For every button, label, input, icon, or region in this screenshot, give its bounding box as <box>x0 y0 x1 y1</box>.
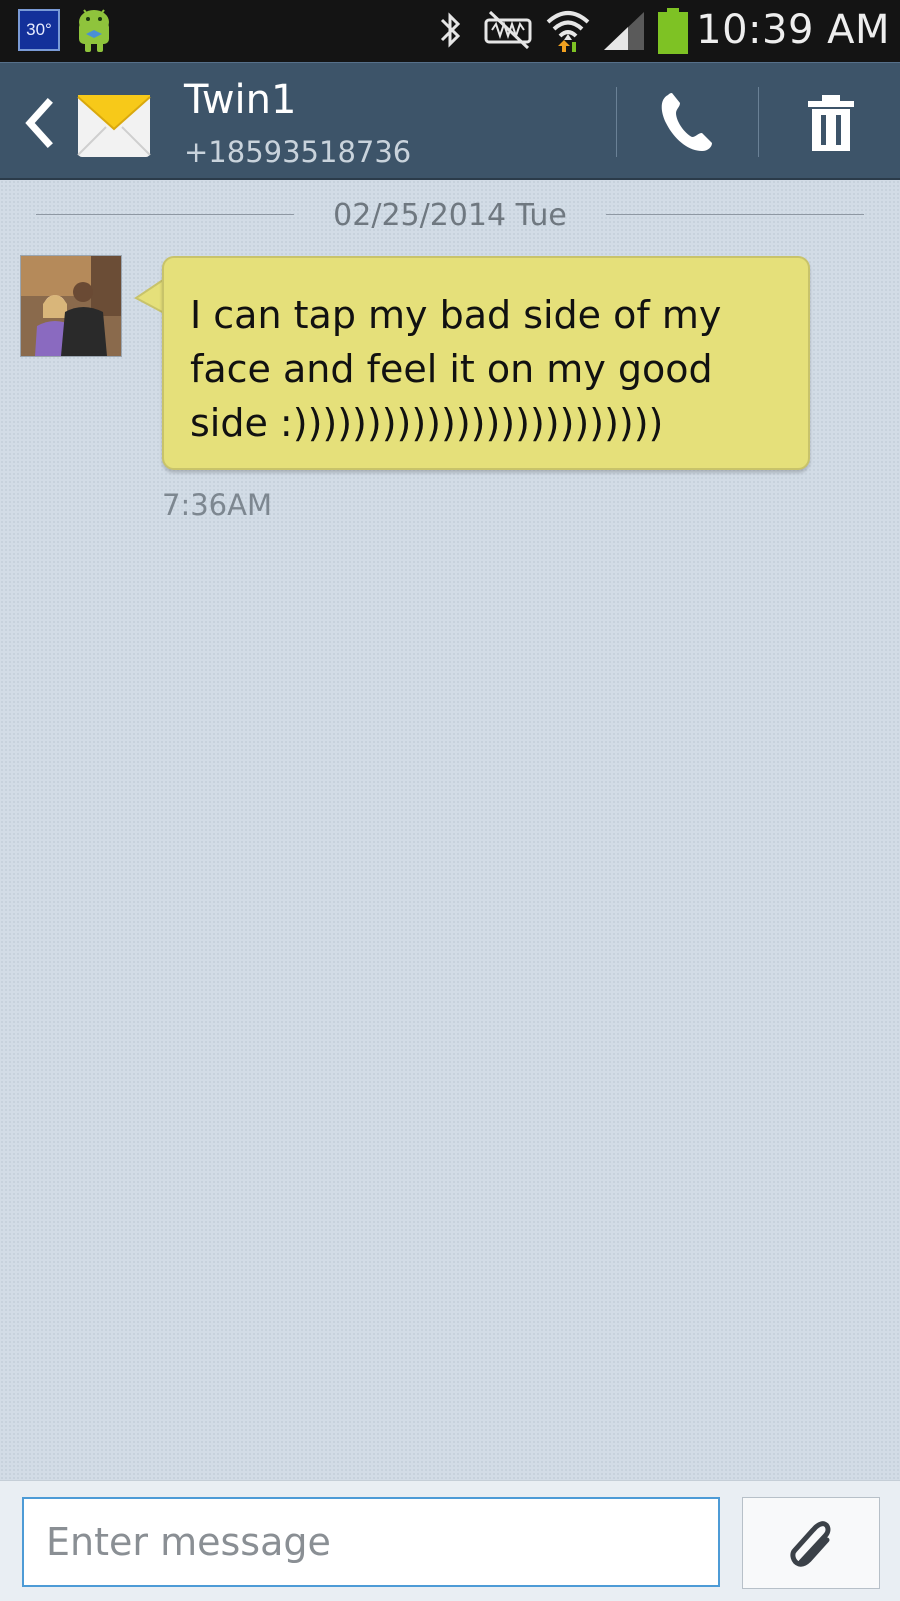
silent-mode-icon <box>484 10 532 50</box>
weather-temp-badge: 30° <box>18 9 60 51</box>
header-divider <box>616 87 617 157</box>
conversation-area[interactable]: 02/25/2014 Tue I can tap my bad side of … <box>0 180 900 1480</box>
paperclip-icon <box>790 1521 831 1567</box>
battery-icon <box>658 8 688 54</box>
date-separator: 02/25/2014 Tue <box>36 198 864 233</box>
wifi-icon <box>546 11 590 52</box>
conversation-header: Twin1 +18593518736 <box>0 62 900 180</box>
signal-icon <box>604 12 644 50</box>
message-timestamp: 7:36AM <box>162 488 272 522</box>
contact-name: Twin1 <box>184 77 297 123</box>
composer-bar <box>0 1480 900 1601</box>
bluetooth-icon <box>440 12 461 48</box>
message-bubble[interactable]: I can tap my bad side of my face and fee… <box>162 256 810 470</box>
attach-button[interactable] <box>742 1497 880 1589</box>
status-clock: 10:39 AM <box>696 7 890 53</box>
android-notification-icon <box>79 9 109 52</box>
message-text: I can tap my bad side of my face and fee… <box>190 293 722 445</box>
back-icon[interactable] <box>22 97 54 149</box>
contact-avatar[interactable] <box>20 255 122 357</box>
call-icon[interactable] <box>658 91 714 153</box>
status-bar: 30° 10:39 AM <box>0 0 900 62</box>
date-separator-line <box>606 214 864 215</box>
envelope-icon <box>77 95 151 157</box>
contact-number: +18593518736 <box>184 135 412 169</box>
date-separator-text: 02/25/2014 Tue <box>333 198 567 233</box>
message-input[interactable] <box>22 1497 720 1587</box>
header-divider <box>758 87 759 157</box>
trash-icon[interactable] <box>806 93 856 153</box>
